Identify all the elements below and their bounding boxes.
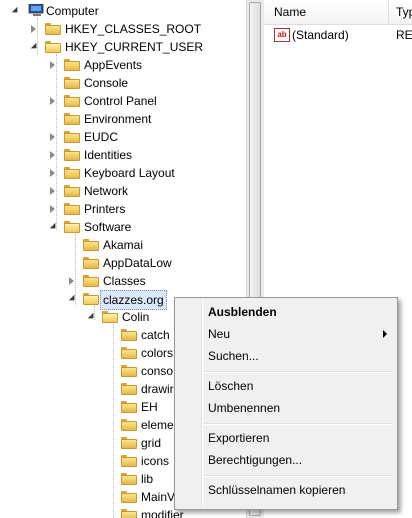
expand-arrow-icon[interactable] [50,61,55,69]
tree-item-label: catch [141,328,170,342]
menu-item-exportieren[interactable]: Exportieren [177,427,395,449]
folder-icon [121,491,137,503]
tree-item-label: Printers [84,202,126,216]
folder-icon [121,509,137,518]
tree-item-label: HKEY_CURRENT_USER [65,40,204,54]
folder-icon [121,473,137,485]
tree-item-label: Classes [103,274,146,288]
tree-item-label: Computer [46,4,99,18]
folder-icon [64,59,80,71]
menu-item-label: Suchen... [208,349,259,363]
folder-icon [121,419,137,431]
tree-item-label: eleme [141,418,174,432]
tree-item-label: grid [141,436,162,450]
folder-icon [121,401,137,413]
expand-arrow-icon[interactable] [50,133,55,141]
tree-item-label: lib [141,472,154,486]
list-item[interactable]: ab (Standard) REG [264,26,412,44]
folder-icon [83,257,99,269]
expand-arrow-icon[interactable] [69,277,74,285]
computer-icon [28,3,46,17]
expand-arrow-icon[interactable] [50,205,55,213]
menu-item-berechtigungen[interactable]: Berechtigungen... [177,449,395,471]
menu-item-label: Umbenennen [208,401,281,415]
expand-arrow-icon[interactable] [50,151,55,159]
menu-item-suchen[interactable]: Suchen... [177,345,395,367]
folder-icon [102,311,118,323]
tree-item-label: Colin [122,310,150,324]
folder-icon [64,95,80,107]
menu-item-label: Exportieren [208,431,270,445]
folder-icon [121,329,137,341]
tree-item-label: Network [84,184,129,198]
tree-item-label: conso [141,364,174,378]
folder-icon [121,455,137,467]
menu-separator [204,475,392,477]
folder-icon [121,365,137,377]
expand-arrow-icon[interactable] [50,97,55,105]
menu-item-loeschen[interactable]: Löschen [177,375,395,397]
submenu-arrow-icon [383,330,387,338]
value-name: (Standard) [292,28,349,42]
string-value-icon: ab [274,28,290,42]
folder-icon [83,275,99,287]
collapse-arrow-icon[interactable] [11,6,21,16]
column-header-name[interactable]: Name [264,0,306,24]
menu-separator [204,371,392,373]
folder-icon [64,167,80,179]
value-type: REG [396,28,412,42]
tree-item-label: EUDC [84,130,119,144]
menu-item-label: Löschen [208,379,254,393]
folder-icon [64,203,80,215]
tree-item-label: Environment [84,112,152,126]
folder-icon [83,293,99,305]
tree-item-label: Keyboard Layout [84,166,175,180]
menu-item-label: Berechtigungen... [208,453,303,467]
tree-item-label: Akamai [103,238,144,252]
tree-item-label: Control Panel [84,94,157,108]
tree-item-label: AppDataLow [103,256,172,270]
expand-arrow-icon[interactable] [31,25,36,33]
folder-icon [83,239,99,251]
expand-arrow-icon[interactable] [50,187,55,195]
tree-item-label: AppEvents [84,58,143,72]
menu-item-schluesselnamen-kopieren[interactable]: Schlüsselnamen kopieren [177,479,395,501]
expand-arrow-icon[interactable] [50,169,55,177]
column-header-type[interactable]: Typ [386,0,412,24]
folder-icon [64,149,80,161]
menu-item-umbenennen[interactable]: Umbenennen [177,397,395,419]
tree-item-label: MainV [141,490,176,504]
folder-icon [121,437,137,449]
folder-icon [64,113,80,125]
folder-icon [64,185,80,197]
menu-item-label: Schlüsselnamen kopieren [208,483,346,497]
list-header: Name Typ [264,0,412,25]
tree-item-label: icons [141,454,170,468]
menu-item-ausblenden[interactable]: Ausblenden [177,301,395,323]
menu-item-neu[interactable]: Neu [177,323,395,345]
folder-icon [121,347,137,359]
tree-item-label: HKEY_CLASSES_ROOT [65,22,202,36]
tree-item-label: Identities [84,148,133,162]
tree-item-label: EH [141,400,158,414]
folder-icon [121,383,137,395]
tree-item-label: Software [84,220,132,234]
menu-separator [204,423,392,425]
tree-item-label: colors [141,346,174,360]
tree-item-label: Console [84,76,129,90]
menu-item-label: Ausblenden [208,305,277,319]
folder-icon [64,221,80,233]
tree-item-label: clazzes.org [100,290,167,310]
folder-icon [64,131,80,143]
context-menu: Ausblenden Neu Suchen... Löschen Umbenen… [174,297,398,510]
tree-item-label: drawir [141,382,174,396]
menu-item-label: Neu [208,327,231,341]
folder-icon [45,41,61,53]
folder-icon [45,23,61,35]
folder-icon [64,77,80,89]
